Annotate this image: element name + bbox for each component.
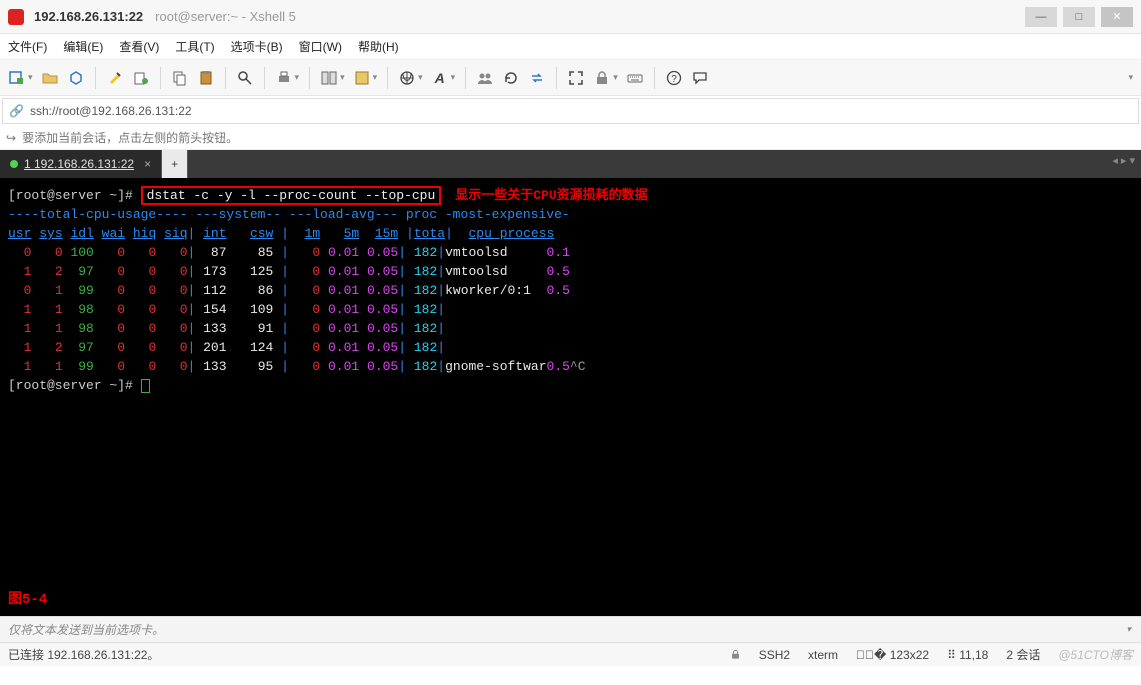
transfer-icon[interactable]	[526, 67, 548, 89]
title-host: 192.168.26.131:22	[34, 9, 143, 24]
toolbar: ▾ ▾ ▾ ▾ ▾ A▾ ▾ ? ▾	[0, 60, 1141, 96]
status-bar: 已连接 192.168.26.131:22。 SSH2 xterm �ి� 12…	[0, 642, 1141, 666]
send-bar-text: 仅将文本发送到当前选项卡。	[8, 621, 164, 638]
copy-icon[interactable]	[169, 67, 191, 89]
status-sessions: 2 会话	[1006, 646, 1040, 663]
tab-close-icon[interactable]: ×	[144, 157, 151, 171]
menu-file[interactable]: 文件(F)	[8, 38, 47, 55]
svg-text:?: ?	[671, 74, 677, 85]
reconnect-icon[interactable]	[65, 67, 87, 89]
maximize-button[interactable]: □	[1063, 7, 1095, 27]
tab-label: 1 192.168.26.131:22	[24, 157, 134, 171]
fullscreen-icon[interactable]	[565, 67, 587, 89]
status-connection: 已连接 192.168.26.131:22。	[8, 646, 159, 663]
help-icon[interactable]: ?	[663, 67, 685, 89]
terminal[interactable]: [root@server ~]# dstat -c -y -l --proc-c…	[0, 178, 1141, 616]
data-row: 1 1 98 0 0 0| 133 91 | 0 0.01 0.05| 182|	[8, 319, 1133, 338]
title-app: root@server:~ - Xshell 5	[155, 9, 296, 24]
arrow-tip-icon[interactable]: ↪	[6, 131, 16, 145]
app-logo-icon	[8, 9, 24, 25]
menu-view[interactable]: 查看(V)	[119, 38, 159, 55]
highlight-icon[interactable]	[104, 67, 126, 89]
keyboard-icon[interactable]	[624, 67, 646, 89]
status-dot-icon	[10, 160, 18, 168]
address-text: ssh://root@192.168.26.131:22	[30, 104, 192, 118]
data-row: 1 1 98 0 0 0| 154 109 | 0 0.01 0.05| 182…	[8, 300, 1133, 319]
users-icon[interactable]	[474, 67, 496, 89]
menu-bar: 文件(F) 编辑(E) 查看(V) 工具(T) 选项卡(B) 窗口(W) 帮助(…	[0, 34, 1141, 60]
header-groups: ----total-cpu-usage---- ---system-- ---l…	[8, 205, 1133, 224]
figure-label: 图5-4	[8, 591, 47, 610]
status-cursor: ⠿ 11,18	[947, 648, 988, 662]
menu-help[interactable]: 帮助(H)	[358, 38, 399, 55]
menu-edit[interactable]: 编辑(E)	[63, 38, 103, 55]
layout-icon[interactable]	[318, 67, 340, 89]
menu-tabs[interactable]: 选项卡(B)	[231, 38, 283, 55]
send-bar-dropdown-icon[interactable]: ▾	[1126, 624, 1131, 635]
header-columns: usr sys idl wai hiq siq| int csw | 1m 5m…	[8, 224, 1133, 243]
data-row: 0 0 100 0 0 0| 87 85 | 0 0.01 0.05| 182|…	[8, 243, 1133, 262]
annotation: 显示一些关于CPU资源损耗的数据	[455, 188, 647, 203]
color-icon[interactable]	[351, 67, 373, 89]
print-icon[interactable]	[273, 67, 295, 89]
cursor-icon	[141, 379, 150, 393]
prompt: [root@server ~]#	[8, 188, 141, 203]
status-term: xterm	[808, 648, 838, 662]
watermark: @51CTO博客	[1058, 646, 1133, 663]
open-icon[interactable]	[39, 67, 61, 89]
address-bar[interactable]: 🔗 ssh://root@192.168.26.131:22	[2, 98, 1139, 124]
menu-tools[interactable]: 工具(T)	[175, 38, 214, 55]
send-bar[interactable]: 仅将文本发送到当前选项卡。 ▾	[0, 616, 1141, 642]
new-session-icon[interactable]	[6, 67, 28, 89]
menu-window[interactable]: 窗口(W)	[299, 38, 342, 55]
tip-bar: ↪ 要添加当前会话，点击左侧的箭头按钮。	[0, 126, 1141, 150]
lock-icon[interactable]	[591, 67, 613, 89]
status-size: �ి� 123x22	[856, 648, 929, 662]
paste-icon[interactable]	[195, 67, 217, 89]
add-tab-button[interactable]: +	[162, 150, 188, 178]
link-icon: 🔗	[9, 104, 24, 118]
command-highlight: dstat -c -y -l --proc-count --top-cpu	[141, 186, 442, 205]
data-row: 0 1 99 0 0 0| 112 86 | 0 0.01 0.05| 182|…	[8, 281, 1133, 300]
title-bar: 192.168.26.131:22 root@server:~ - Xshell…	[0, 0, 1141, 34]
tip-text: 要添加当前会话，点击左侧的箭头按钮。	[22, 129, 238, 146]
prompt-2: [root@server ~]#	[8, 378, 141, 393]
font-icon[interactable]: A	[429, 67, 451, 89]
status-protocol: SSH2	[759, 648, 790, 662]
toolbar-overflow-icon[interactable]: ▾	[1128, 72, 1133, 83]
minimize-button[interactable]: —	[1025, 7, 1057, 27]
tab-nav-arrows[interactable]: ◂ ▸ ▾	[1112, 154, 1135, 167]
data-row: 1 2 97 0 0 0| 201 124 | 0 0.01 0.05| 182…	[8, 338, 1133, 357]
status-lock-icon	[730, 648, 741, 662]
data-row: 1 2 97 0 0 0| 173 125 | 0 0.01 0.05| 182…	[8, 262, 1133, 281]
data-row: 1 1 99 0 0 0| 133 95 | 0 0.01 0.05| 182|…	[8, 357, 1133, 376]
properties-icon[interactable]	[130, 67, 152, 89]
tab-bar: 1 192.168.26.131:22 × + ◂ ▸ ▾	[0, 150, 1141, 178]
find-icon[interactable]	[234, 67, 256, 89]
session-tab[interactable]: 1 192.168.26.131:22 ×	[0, 150, 162, 178]
globe-icon[interactable]	[396, 67, 418, 89]
chat-icon[interactable]	[689, 67, 711, 89]
close-button[interactable]: ✕	[1101, 7, 1133, 27]
refresh-icon[interactable]	[500, 67, 522, 89]
